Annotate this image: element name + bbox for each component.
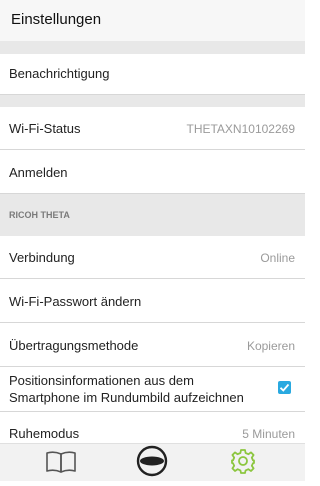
section-header: RICOH THETA — [0, 194, 305, 236]
checkmark-icon — [279, 383, 290, 392]
bottom-tab-bar — [0, 443, 305, 481]
settings-row-login[interactable]: Anmelden — [0, 150, 305, 194]
settings-row-location-info[interactable]: Positionsinformationen aus dem Smartphon… — [0, 367, 305, 412]
row-label-line1: Positionsinformationen aus dem — [9, 373, 194, 388]
tab-settings[interactable] — [213, 444, 273, 481]
tab-album[interactable] — [31, 444, 91, 481]
row-value: Kopieren — [246, 339, 295, 353]
settings-row-wifi-password[interactable]: Wi-Fi-Passwort ändern — [0, 279, 305, 323]
page-title: Einstellungen — [11, 11, 102, 28]
settings-row-transfer-method[interactable]: Übertragungsmethode Kopieren — [0, 323, 305, 367]
row-label: Anmelden — [9, 165, 68, 180]
row-value: 5 Minuten — [242, 427, 295, 441]
tab-camera[interactable] — [122, 444, 182, 481]
group-divider — [0, 41, 305, 54]
settings-row-notification[interactable]: Benachrichtigung — [0, 54, 305, 95]
gear-icon — [231, 449, 255, 474]
book-icon — [46, 451, 76, 473]
theta-camera-icon — [136, 445, 168, 477]
location-checkbox[interactable] — [278, 381, 291, 394]
row-label: Wi-Fi-Status — [9, 121, 81, 136]
row-label: Wi-Fi-Passwort ändern — [9, 294, 142, 309]
row-value: THETAXN10102269 — [186, 122, 295, 136]
row-label: Übertragungsmethode — [9, 338, 139, 353]
settings-row-wifi-status[interactable]: Wi-Fi-Status THETAXN10102269 — [0, 107, 305, 150]
group-divider — [0, 95, 305, 107]
row-label: Benachrichtigung — [9, 66, 110, 81]
row-label: Verbindung — [9, 250, 75, 265]
app-header: Einstellungen — [0, 0, 305, 41]
row-label-line2: Smartphone im Rundumbild aufzeichnen — [9, 390, 244, 405]
settings-row-connection[interactable]: Verbindung Online — [0, 236, 305, 279]
row-value: Online — [260, 251, 295, 265]
row-label: Ruhemodus — [9, 426, 80, 441]
